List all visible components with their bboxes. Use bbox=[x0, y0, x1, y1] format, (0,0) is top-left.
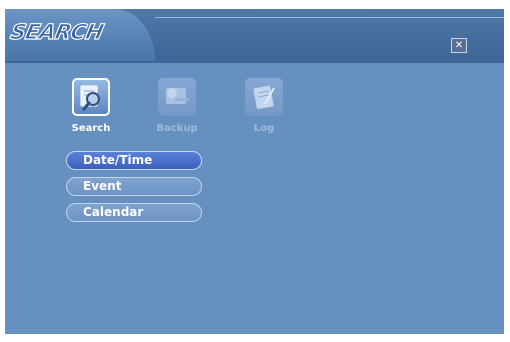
search-magnifier-icon bbox=[72, 78, 110, 116]
mode-label: Backup bbox=[156, 123, 198, 134]
title-tab: SEARCH bbox=[5, 9, 155, 61]
datetime-button[interactable]: Date/Time bbox=[66, 151, 202, 170]
log-notepad-icon bbox=[245, 78, 283, 116]
mode-search-button[interactable]: Search bbox=[64, 78, 118, 138]
calendar-button[interactable]: Calendar bbox=[66, 203, 202, 222]
search-window: SEARCH ✕ Search Backup Log Date/Time Eve… bbox=[5, 9, 504, 334]
close-button[interactable]: ✕ bbox=[451, 38, 467, 53]
title-bar: SEARCH ✕ bbox=[5, 9, 504, 61]
backup-disc-icon bbox=[158, 78, 196, 116]
title-bar-line bbox=[155, 17, 504, 32]
close-icon: ✕ bbox=[454, 40, 464, 51]
title-separator bbox=[5, 61, 504, 63]
mode-log-button[interactable]: Log bbox=[237, 78, 291, 138]
mode-label: Search bbox=[71, 123, 111, 134]
window-title: SEARCH bbox=[8, 19, 106, 44]
mode-label: Log bbox=[253, 123, 275, 134]
event-button[interactable]: Event bbox=[66, 177, 202, 196]
mode-backup-button[interactable]: Backup bbox=[150, 78, 204, 138]
